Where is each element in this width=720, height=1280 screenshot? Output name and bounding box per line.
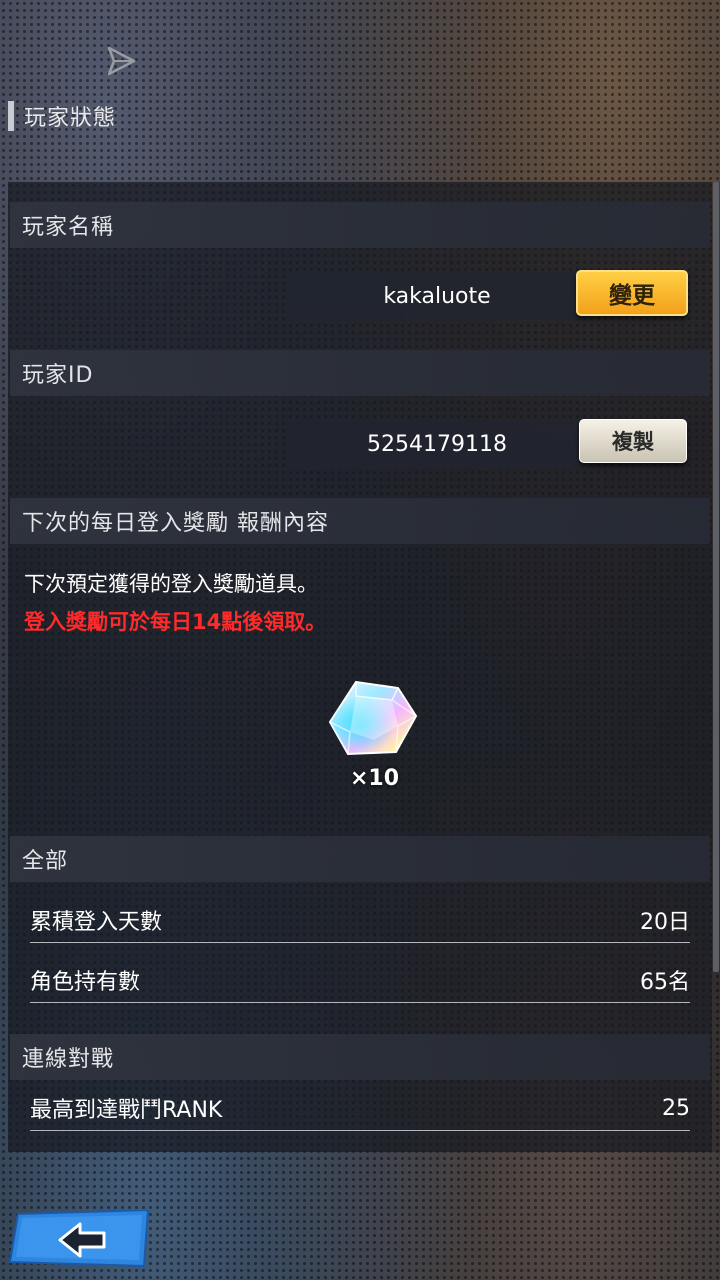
stat-row-login-days: 累積登入天數 20日	[30, 898, 690, 943]
stat-row-character-count: 角色持有數 65名	[30, 958, 690, 1003]
page-title: 玩家狀態	[24, 106, 117, 131]
stat-value: 65名	[640, 970, 690, 995]
section-header-overall: 全部	[10, 836, 710, 882]
player-name-field: kakaluote	[287, 272, 587, 320]
back-button[interactable]	[8, 1210, 152, 1268]
section-title: 全部	[22, 849, 69, 874]
stat-row-battle-rank: 最高到達戰鬥RANK 25	[30, 1086, 690, 1131]
section-title: 玩家ID	[22, 363, 94, 388]
section-header-player-id: 玩家ID	[10, 350, 710, 396]
section-title: 玩家名稱	[22, 215, 115, 240]
section-title: 下次的每日登入獎勵 報酬內容	[22, 511, 329, 536]
section-header-login-bonus: 下次的每日登入獎勵 報酬內容	[10, 498, 710, 544]
change-name-button[interactable]: 變更	[576, 270, 688, 316]
login-bonus-time-notice: 登入獎勵可於每日14點後領取。	[24, 610, 327, 634]
send-icon[interactable]	[104, 44, 138, 78]
copy-id-button[interactable]: 複製	[579, 419, 687, 463]
status-panel	[8, 182, 712, 1152]
scrollbar-thumb[interactable]	[713, 182, 719, 972]
stat-value: 20日	[640, 910, 690, 935]
section-header-player-name: 玩家名稱	[10, 202, 710, 248]
page-title-wrap: 玩家狀態	[8, 100, 116, 132]
stat-label: 累積登入天數	[30, 910, 163, 935]
header-area: 玩家狀態	[0, 0, 720, 180]
section-title: 連線對戰	[22, 1047, 115, 1072]
stat-label: 角色持有數	[30, 970, 141, 995]
player-id-field: 5254179118	[287, 420, 587, 468]
login-bonus-description: 下次預定獲得的登入獎勵道具。	[24, 572, 318, 596]
section-header-online-battle: 連線對戰	[10, 1034, 710, 1080]
crystal-gem-icon	[328, 680, 418, 756]
title-accent-bar	[8, 101, 14, 131]
reward-count: ×10	[350, 766, 400, 791]
stat-value: 25	[662, 1095, 690, 1121]
stat-label: 最高到達戰鬥RANK	[30, 1098, 223, 1123]
